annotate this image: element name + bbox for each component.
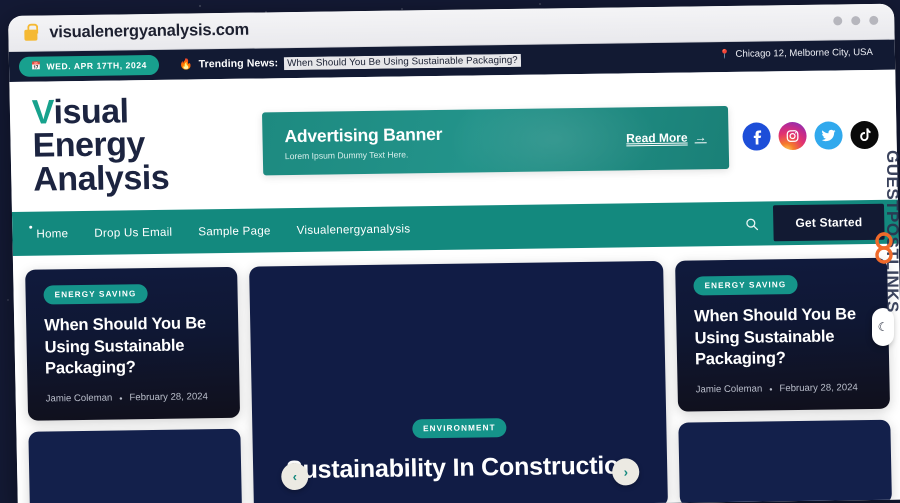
instagram-icon[interactable] <box>778 121 807 151</box>
window-controls[interactable] <box>833 15 879 26</box>
maximize-button[interactable] <box>851 16 861 26</box>
nav-links: Home Drop Us Email Sample Page Visualene… <box>36 222 410 240</box>
article-author: Jamie Coleman <box>45 392 113 405</box>
nav-item-sample-page[interactable]: Sample Page <box>198 224 271 238</box>
article-title: When Should You Be Using Sustainable Pac… <box>44 313 207 378</box>
banner-title: Advertising Banner <box>284 123 443 146</box>
carousel-next-button[interactable]: › <box>612 458 640 486</box>
arrow-right-icon: → <box>694 130 707 145</box>
advertising-banner[interactable]: Advertising Banner Lorem Ipsum Dummy Tex… <box>261 105 730 175</box>
left-column: ENERGY SAVING When Should You Be Using S… <box>25 266 243 503</box>
right-column: ENERGY SAVING When Should You Be Using S… <box>675 257 892 503</box>
article-title: When Should You Be Using Sustainable Pac… <box>693 304 857 369</box>
logo-line-3: Analysis <box>32 158 170 199</box>
search-icon[interactable] <box>741 213 761 233</box>
read-more-link[interactable]: Read More → <box>626 130 707 145</box>
meta-separator: • <box>769 384 773 395</box>
trending-news: 🔥 Trending News: When Should You Be Usin… <box>179 53 521 71</box>
category-badge[interactable]: ENERGY SAVING <box>693 274 798 296</box>
location-text: Chicago 12, Melborne City, USA <box>735 46 874 60</box>
trending-headline[interactable]: When Should You Be Using Sustainable Pac… <box>284 53 521 70</box>
date-chip: 📅 WED. APR 17TH, 2024 <box>18 54 160 77</box>
nav-item-drop-us-email[interactable]: Drop Us Email <box>94 225 172 239</box>
date-text: WED. APR 17TH, 2024 <box>46 60 148 72</box>
carousel-prev-button[interactable]: ‹ <box>281 462 309 491</box>
banner-text-block: Advertising Banner Lorem Ipsum Dummy Tex… <box>284 121 626 161</box>
tiktok-icon[interactable] <box>850 120 879 150</box>
chain-link-icon <box>871 228 897 272</box>
hero-category-badge[interactable]: ENVIRONMENT <box>411 418 507 439</box>
site-logo[interactable]: Visual Energy Analysis <box>32 92 252 199</box>
center-column: ENVIRONMENT Sustainability In Constructi… <box>249 260 668 503</box>
moon-icon[interactable]: ☾ <box>872 308 894 346</box>
read-more-label: Read More <box>626 130 688 146</box>
twitter-icon[interactable] <box>814 121 843 150</box>
article-date: February 28, 2024 <box>129 391 209 404</box>
hero-title: Sustainability In Construction <box>285 451 635 485</box>
main-content: ENERGY SAVING When Should You Be Using S… <box>12 243 900 503</box>
article-date: February 28, 2024 <box>779 382 858 395</box>
social-links <box>742 120 879 151</box>
hero-carousel-slide[interactable]: ENVIRONMENT Sustainability In Constructi… <box>249 260 668 503</box>
browser-window: visualenergyanalysis.com 📅 WED. APR 17TH… <box>8 3 900 503</box>
category-badge[interactable]: ENERGY SAVING <box>43 283 148 305</box>
map-pin-icon: 📍 <box>719 48 731 60</box>
article-meta: Jamie Coleman • February 28, 2024 <box>45 391 222 405</box>
trending-label: Trending News: <box>198 57 279 71</box>
site-header: Visual Energy Analysis Advertising Banne… <box>9 69 898 212</box>
article-card-left-secondary[interactable] <box>28 428 243 503</box>
url-text[interactable]: visualenergyanalysis.com <box>49 21 249 43</box>
lock-icon <box>24 29 38 41</box>
flame-icon: 🔥 <box>178 57 193 71</box>
article-card-left[interactable]: ENERGY SAVING When Should You Be Using S… <box>25 266 241 421</box>
article-meta: Jamie Coleman • February 28, 2024 <box>695 382 872 396</box>
calendar-icon: 📅 <box>30 61 42 71</box>
get-started-button[interactable]: Get Started <box>773 203 885 242</box>
banner-subtitle: Lorem Ipsum Dummy Text Here. <box>284 148 409 161</box>
article-author: Jamie Coleman <box>695 383 763 396</box>
article-card-right-secondary[interactable] <box>678 419 892 503</box>
location-display: 📍 Chicago 12, Melborne City, USA <box>719 47 873 60</box>
nav-item-visualenergyanalysis[interactable]: Visualenergyanalysis <box>297 222 411 237</box>
article-card-right[interactable]: ENERGY SAVING When Should You Be Using S… <box>675 257 891 412</box>
minimize-button[interactable] <box>833 16 843 26</box>
meta-separator: • <box>119 393 123 404</box>
nav-item-home[interactable]: Home <box>36 227 68 240</box>
logo-line-2: Energy <box>32 125 146 166</box>
close-button[interactable] <box>869 15 879 25</box>
nav-right-group: Get Started <box>741 200 885 246</box>
facebook-icon[interactable] <box>742 122 771 151</box>
